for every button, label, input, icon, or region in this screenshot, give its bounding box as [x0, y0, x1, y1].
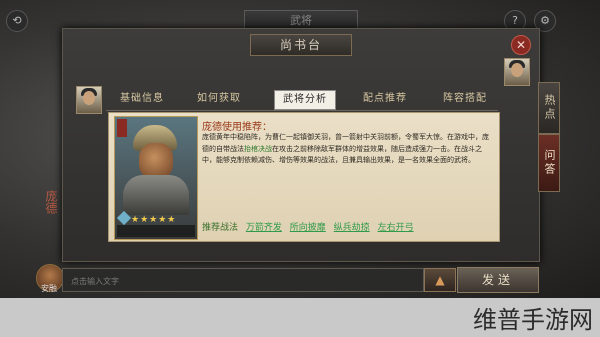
- tab-divider: [106, 110, 498, 111]
- close-icon[interactable]: ✕: [511, 35, 531, 55]
- upload-arrow-icon[interactable]: ▲: [424, 268, 456, 292]
- chat-input-bar: [62, 268, 424, 293]
- back-icon[interactable]: ⟲: [6, 10, 28, 32]
- watermark: 维普手游网: [473, 306, 593, 334]
- send-button[interactable]: 发送: [457, 267, 539, 293]
- side-tab-qa[interactable]: 问答: [538, 134, 560, 192]
- card-name-bar: [117, 225, 195, 237]
- panel-title: 尚书台: [250, 34, 352, 56]
- general-avatar-icon[interactable]: [76, 86, 102, 114]
- tab-point-recommend[interactable]: 配点推荐: [352, 90, 418, 108]
- card-stars: ★★★★★: [131, 215, 177, 225]
- recommend-label: 推荐战法: [202, 223, 239, 233]
- recommend-skill-3[interactable]: 纵兵劫掠: [334, 223, 370, 233]
- recommend-skill-4[interactable]: 左右开弓: [378, 223, 414, 233]
- analysis-title: 庞德使用推荐：: [202, 122, 272, 133]
- analysis-skill-highlight[interactable]: 抬棺决战: [244, 145, 272, 153]
- recommend-row: 推荐战法 万箭齐发 所向披靡 纵兵劫掠 左右开弓: [202, 220, 492, 233]
- face-shape: [511, 63, 523, 77]
- tab-bar: 基础信息 如何获取 武将分析 配点推荐 阵容搭配: [106, 90, 498, 110]
- side-tab-hot[interactable]: 热点: [538, 82, 560, 134]
- card-face: [139, 143, 173, 179]
- left-strip: 庞德: [0, 40, 62, 290]
- recommend-skill-2[interactable]: 所向披靡: [290, 223, 326, 233]
- chat-input[interactable]: [63, 270, 413, 293]
- tab-lineup[interactable]: 阵容搭配: [432, 90, 498, 108]
- tab-basic-info[interactable]: 基础信息: [106, 90, 178, 108]
- left-general-name: 庞德: [44, 190, 58, 214]
- tab-general-analysis[interactable]: 武将分析: [274, 90, 336, 110]
- recommend-skill-1[interactable]: 万箭齐发: [246, 223, 282, 233]
- avatar-label: 安融: [41, 284, 57, 293]
- game-screen: 武将 ⟲ ? ⚙ 庞德 安融 尚书台 ✕ 基础信息 如何获取 武将分析 配点推荐…: [0, 0, 600, 298]
- general-avatar-icon-right[interactable]: [504, 58, 530, 86]
- card-badge: [117, 119, 127, 137]
- face-shape: [83, 91, 95, 105]
- tab-how-to-get[interactable]: 如何获取: [186, 90, 252, 108]
- analysis-body: 庞德黄年中稳陷阵，为曹仁一起镇御关羽，曾一箭射中关羽前额，令蜀军大惊。在游戏中，…: [202, 132, 494, 167]
- card-body: [123, 175, 189, 215]
- general-card[interactable]: ★★★★★: [114, 116, 198, 240]
